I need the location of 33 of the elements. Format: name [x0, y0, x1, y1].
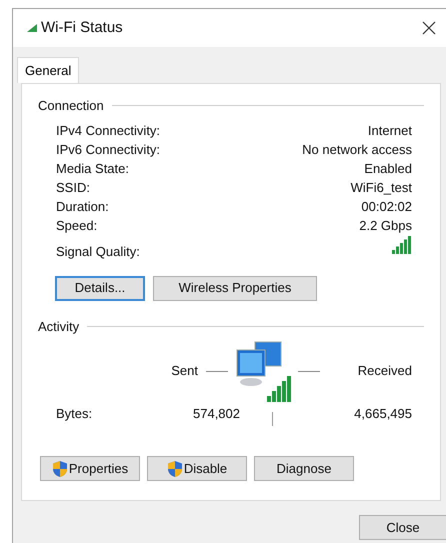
shield-icon [52, 460, 68, 478]
window-title: Wi-Fi Status [41, 18, 123, 38]
field-value: Internet [368, 122, 412, 140]
signal-bars-icon [392, 236, 412, 254]
dialog-button[interactable]: Diagnose [254, 456, 354, 481]
field-value: No network access [302, 141, 412, 159]
field-label: Bytes: [56, 405, 94, 424]
field-label: Speed: [56, 217, 98, 235]
dialog-button[interactable]: Disable [147, 456, 247, 481]
field-label: IPv6 Connectivity: [56, 141, 160, 159]
field-value: 2.2 Gbps [359, 217, 412, 235]
dialog-button[interactable]: Details... [55, 276, 145, 300]
shield-icon [166, 460, 183, 478]
field-value: 00:02:02 [361, 198, 412, 216]
signal-icon [27, 24, 37, 32]
field-label: Media State: [56, 160, 129, 178]
section-heading: Connection [38, 97, 104, 115]
field-label: IPv4 Connectivity: [56, 122, 160, 140]
field-label: Signal Quality: [56, 243, 140, 261]
tab[interactable]: General [17, 57, 80, 83]
field-value: Enabled [364, 160, 412, 178]
received-bytes: 4,665,495 [353, 405, 412, 424]
field-label: Duration: [56, 198, 109, 216]
sent-label: Sent [171, 362, 198, 380]
close-icon[interactable] [422, 21, 436, 35]
dialog-button[interactable]: Wireless Properties [153, 276, 317, 300]
field-value: WiFi6_test [350, 179, 412, 197]
received-label: Received [358, 362, 412, 380]
dialog-button[interactable]: Properties [40, 456, 140, 481]
field-label: SSID: [56, 179, 90, 197]
close-button[interactable]: Close [359, 515, 446, 540]
section-heading: Activity [38, 318, 80, 336]
sent-bytes: 574,802 [192, 405, 240, 424]
